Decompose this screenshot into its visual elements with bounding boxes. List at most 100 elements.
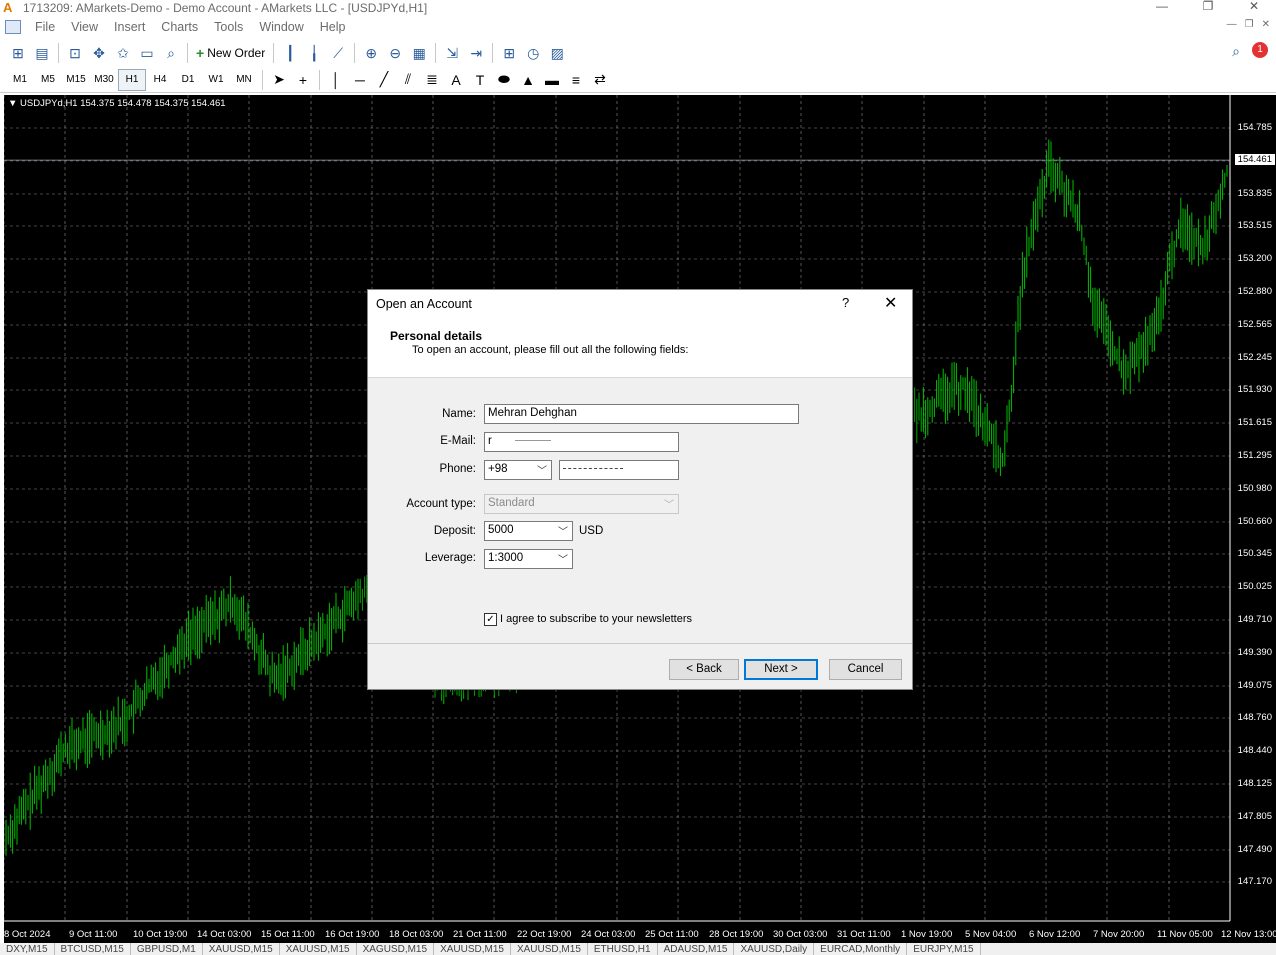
vertical-line-icon[interactable]: │ [324, 69, 348, 91]
close-icon[interactable]: ✕ [1231, 0, 1276, 16]
chart-tab[interactable]: GBPUSD,M1 [131, 943, 203, 955]
equidistant-channel-icon[interactable]: ⫽ [396, 69, 420, 91]
menu-tools[interactable]: Tools [206, 20, 251, 34]
line-chart-icon[interactable]: ⟋ [326, 42, 350, 64]
fibo-fan-icon[interactable]: ≡ [564, 69, 588, 91]
date-tick-label: 15 Oct 11:00 [261, 929, 315, 940]
chart-tab[interactable]: XAUUSD,Daily [734, 943, 815, 955]
terminal-icon[interactable]: ▭ [135, 42, 159, 64]
date-tick-label: 16 Oct 19:00 [325, 929, 380, 940]
dialog-title: Open an Account [376, 297, 472, 311]
section-heading: Personal details [390, 329, 483, 343]
chart-tab[interactable]: DXY,M15 [0, 943, 55, 955]
date-tick-label: 9 Oct 11:00 [69, 929, 118, 940]
chart-tab[interactable]: XAUUSD,M15 [203, 943, 280, 955]
menu-help[interactable]: Help [312, 20, 354, 34]
next-button[interactable]: Next > [744, 659, 818, 680]
help-icon[interactable]: ? [842, 295, 849, 310]
timeframe-w1[interactable]: W1 [202, 69, 230, 91]
search-icon[interactable]: ⌕ [1232, 43, 1240, 60]
chart-tab[interactable]: XAGUSD,M15 [357, 943, 435, 955]
amarkets-logo-icon: A [3, 0, 13, 15]
newsletter-checkbox[interactable]: ✓ [484, 613, 497, 626]
rectangle-icon[interactable]: ▬ [540, 69, 564, 91]
timeframe-m15[interactable]: M15 [62, 69, 90, 91]
timeframe-h1[interactable]: H1 [118, 68, 146, 91]
menu-view[interactable]: View [63, 20, 106, 34]
menu-charts[interactable]: Charts [153, 20, 206, 34]
bar-chart-icon[interactable]: ┃ [278, 42, 302, 64]
timeframe-m5[interactable]: M5 [34, 69, 62, 91]
text-tool-icon[interactable]: A [444, 69, 468, 91]
price-tick-label: 147.170 [1237, 876, 1272, 888]
deposit-select[interactable]: 5000 ﹀ [484, 521, 573, 541]
triangle-icon[interactable]: ▲ [516, 69, 540, 91]
crosshair-icon[interactable]: + [291, 69, 315, 91]
arrows-icon[interactable]: ⇄ [588, 69, 612, 91]
chart-tab[interactable]: EURCAD,Monthly [814, 943, 908, 955]
trendline-icon[interactable]: ╱ [372, 69, 396, 91]
phone-code-value: +98 [488, 463, 508, 475]
open-account-dialog: Open an Account ? ✕ Personal details To … [367, 289, 913, 690]
phone-code-select[interactable]: +98 ﹀ [484, 460, 552, 480]
zoom-out-icon[interactable]: ⊖ [383, 42, 407, 64]
indicators-icon[interactable]: ⊞ [497, 42, 521, 64]
price-tick-label: 152.880 [1237, 286, 1272, 297]
account-type-select: Standard ﹀ [484, 494, 679, 514]
menu-window[interactable]: Window [251, 20, 311, 34]
dialog-close-icon[interactable]: ✕ [884, 293, 897, 313]
chart-tab[interactable]: ADAUSD,M15 [658, 943, 735, 955]
phone-number-field[interactable] [559, 460, 679, 480]
cursor-icon[interactable]: ➤ [267, 69, 291, 91]
price-tick-label: 147.490 [1237, 843, 1272, 855]
fibonacci-icon[interactable]: ≣ [420, 69, 444, 91]
newsletter-label[interactable]: I agree to subscribe to your newsletters [500, 613, 692, 625]
cancel-button[interactable]: Cancel [829, 659, 902, 680]
periods-icon[interactable]: ◷ [521, 42, 545, 64]
templates-icon[interactable]: ▨ [545, 42, 569, 64]
ellipse-icon[interactable]: ⬬ [492, 69, 516, 91]
name-field[interactable]: Mehran Dehghan [484, 404, 799, 424]
timeframe-mn[interactable]: MN [230, 69, 258, 91]
chart-tab[interactable]: BTCUSD,M15 [55, 943, 131, 955]
chart-tab[interactable]: EURJPY,M15 [907, 943, 981, 955]
chart-tab[interactable]: XAUUSD,M15 [434, 943, 511, 955]
horizontal-line-icon[interactable]: ─ [348, 69, 372, 91]
menu-insert[interactable]: Insert [106, 20, 153, 34]
date-tick-label: 18 Oct 03:00 [389, 929, 444, 940]
new-order-icon: + [196, 45, 205, 61]
zoom-in-icon[interactable]: ⊕ [359, 42, 383, 64]
chart-window-icon[interactable] [5, 20, 21, 34]
timeframe-m30[interactable]: M30 [90, 69, 118, 91]
mdi-minimize-icon[interactable]: — [1227, 19, 1237, 30]
email-field[interactable]: r [484, 432, 679, 452]
chart-tab[interactable]: ETHUSD,H1 [588, 943, 658, 955]
date-tick-label: 24 Oct 03:00 [581, 929, 636, 940]
navigator-icon[interactable]: ✩ [111, 42, 135, 64]
timeframe-m1[interactable]: M1 [6, 69, 34, 91]
chart-shift-icon[interactable]: ⇥ [464, 42, 488, 64]
timeframe-h4[interactable]: H4 [146, 69, 174, 91]
menu-file[interactable]: File [27, 20, 63, 34]
mdi-restore-icon[interactable]: ❐ [1245, 19, 1254, 30]
autoscroll-icon[interactable]: ⇲ [440, 42, 464, 64]
chart-tab[interactable]: XAUUSD,M15 [511, 943, 588, 955]
tile-windows-icon[interactable]: ▦ [407, 42, 431, 64]
strategy-tester-icon[interactable]: ⌕ [159, 42, 183, 64]
market-watch-icon[interactable]: ⊡ [63, 42, 87, 64]
restore-icon[interactable]: ❐ [1185, 0, 1231, 16]
date-tick-label: 7 Nov 20:00 [1093, 929, 1145, 940]
new-chart-icon[interactable]: ⊞ [6, 42, 30, 64]
timeframe-d1[interactable]: D1 [174, 69, 202, 91]
minimize-icon[interactable]: — [1139, 0, 1185, 16]
data-window-icon[interactable]: ✥ [87, 42, 111, 64]
chart-tab[interactable]: XAUUSD,M15 [280, 943, 357, 955]
mdi-close-icon[interactable]: ✕ [1262, 19, 1270, 30]
text-label-icon[interactable]: T [468, 69, 492, 91]
candlestick-icon[interactable]: ╽ [302, 42, 326, 64]
new-order-button[interactable]: + New Order [192, 42, 269, 64]
notification-badge[interactable]: 1 [1252, 42, 1268, 58]
leverage-select[interactable]: 1:3000 ﹀ [484, 549, 573, 569]
back-button[interactable]: < Back [669, 659, 739, 680]
profiles-icon[interactable]: ▤ [30, 42, 54, 64]
